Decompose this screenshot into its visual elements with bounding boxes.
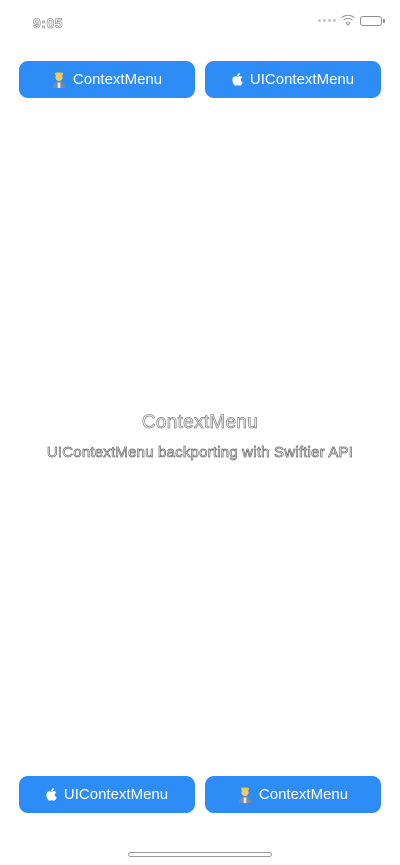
button-label: UIContextMenu — [63, 786, 169, 803]
contextmenu-button-bottom[interactable]: ContextMenu — [205, 776, 381, 813]
status-time: 9:05 — [33, 15, 64, 32]
button-label: UIContextMenu — [249, 71, 355, 88]
cellular-signal-icon — [318, 19, 336, 22]
button-label: ContextMenu — [72, 71, 163, 88]
button-label: ContextMenu — [258, 786, 349, 803]
app-screen: 9:05 ContextMenu UIContextMenu ContextMe… — [0, 0, 400, 865]
page-subtitle: UIContextMenu backporting with Swiftier … — [46, 444, 354, 462]
apple-icon — [46, 788, 57, 801]
home-indicator[interactable] — [128, 852, 272, 857]
contextmenu-button-top[interactable]: ContextMenu — [19, 61, 195, 98]
wifi-icon — [341, 15, 355, 26]
battery-icon — [360, 15, 385, 26]
page-title: ContextMenu — [141, 412, 259, 434]
uicontextmenu-button-top[interactable]: UIContextMenu — [205, 61, 381, 98]
person-emoji-icon — [52, 72, 66, 88]
person-emoji-icon — [238, 787, 252, 803]
apple-icon — [232, 73, 243, 86]
status-bar: 9:05 — [0, 0, 400, 44]
uicontextmenu-button-bottom[interactable]: UIContextMenu — [19, 776, 195, 813]
status-indicators — [318, 15, 385, 26]
